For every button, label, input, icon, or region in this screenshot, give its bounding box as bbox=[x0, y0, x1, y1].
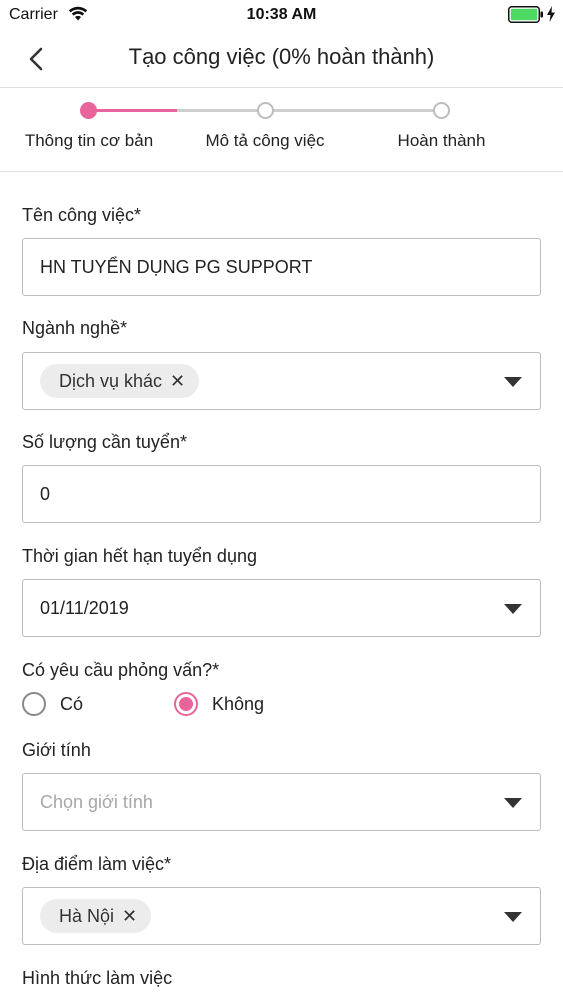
job-name-label: Tên công việc* bbox=[22, 205, 142, 225]
step-label-2[interactable]: Mô tả công việc bbox=[195, 131, 335, 151]
interview-option-no[interactable]: Không bbox=[174, 692, 264, 716]
expiry-date-value: 01/11/2019 bbox=[40, 598, 129, 618]
interview-radio-group: Có Không bbox=[22, 692, 422, 720]
interview-label: Có yêu cầu phỏng vấn?* bbox=[22, 660, 220, 680]
dropdown-caret-icon[interactable] bbox=[504, 377, 522, 387]
industry-select[interactable]: Dịch vụ khác ✕ bbox=[22, 352, 541, 410]
step-dot-1[interactable] bbox=[80, 102, 97, 119]
interview-option-no-label: Không bbox=[212, 693, 265, 714]
expiry-label: Thời gian hết hạn tuyển dụng bbox=[22, 546, 257, 566]
quantity-input[interactable]: 0 bbox=[22, 465, 541, 523]
gender-placeholder: Chọn giới tính bbox=[40, 792, 153, 812]
quantity-label: Số lượng cần tuyển* bbox=[22, 432, 187, 452]
step-label-1[interactable]: Thông tin cơ bản bbox=[18, 131, 160, 151]
clock: 10:38 AM bbox=[246, 6, 317, 23]
step-dot-2[interactable] bbox=[257, 102, 274, 119]
location-chip-label: Hà Nội bbox=[59, 905, 115, 926]
interview-option-yes[interactable]: Có bbox=[22, 692, 83, 716]
industry-label: Ngành nghề* bbox=[22, 318, 128, 338]
location-label: Địa điểm làm việc* bbox=[22, 854, 172, 874]
progress-stepper: Thông tin cơ bản Mô tả công việc Hoàn th… bbox=[0, 88, 563, 172]
dropdown-caret-icon[interactable] bbox=[504, 604, 522, 614]
gender-label: Giới tính bbox=[22, 740, 91, 760]
page-title: Tạo công việc (0% hoàn thành) bbox=[128, 44, 435, 69]
job-name-value: HN TUYỂN DỤNG PG SUPPORT bbox=[40, 257, 313, 277]
radio-circle-checked[interactable] bbox=[174, 692, 198, 716]
quantity-value: 0 bbox=[40, 484, 51, 504]
remove-chip-icon[interactable]: ✕ bbox=[170, 371, 185, 392]
dropdown-caret-icon[interactable] bbox=[504, 912, 522, 922]
location-chip: Hà Nội ✕ bbox=[40, 899, 152, 933]
industry-chip: Dịch vụ khác ✕ bbox=[40, 364, 200, 398]
step-connector bbox=[177, 109, 442, 112]
work-type-label: Hình thức làm việc bbox=[22, 968, 173, 988]
step-connector-active bbox=[88, 109, 177, 112]
step-dot-3[interactable] bbox=[433, 102, 450, 119]
battery-icon bbox=[508, 6, 543, 23]
status-bar: Carrier 10:38 AM bbox=[0, 0, 563, 30]
remove-chip-icon[interactable]: ✕ bbox=[122, 906, 137, 927]
job-name-input[interactable]: HN TUYỂN DỤNG PG SUPPORT bbox=[22, 238, 541, 296]
interview-option-yes-label: Có bbox=[60, 693, 84, 714]
location-select[interactable]: Hà Nội ✕ bbox=[22, 887, 541, 945]
gender-select[interactable]: Chọn giới tính bbox=[22, 773, 541, 831]
navigation-bar: Tạo công việc (0% hoàn thành) bbox=[0, 30, 563, 88]
step-label-3[interactable]: Hoàn thành bbox=[380, 131, 503, 151]
dropdown-caret-icon[interactable] bbox=[504, 798, 522, 808]
charging-bolt-icon bbox=[547, 6, 555, 22]
industry-chip-label: Dịch vụ khác bbox=[59, 370, 163, 391]
radio-circle-unchecked[interactable] bbox=[22, 692, 46, 716]
expiry-date-select[interactable]: 01/11/2019 bbox=[22, 579, 541, 637]
